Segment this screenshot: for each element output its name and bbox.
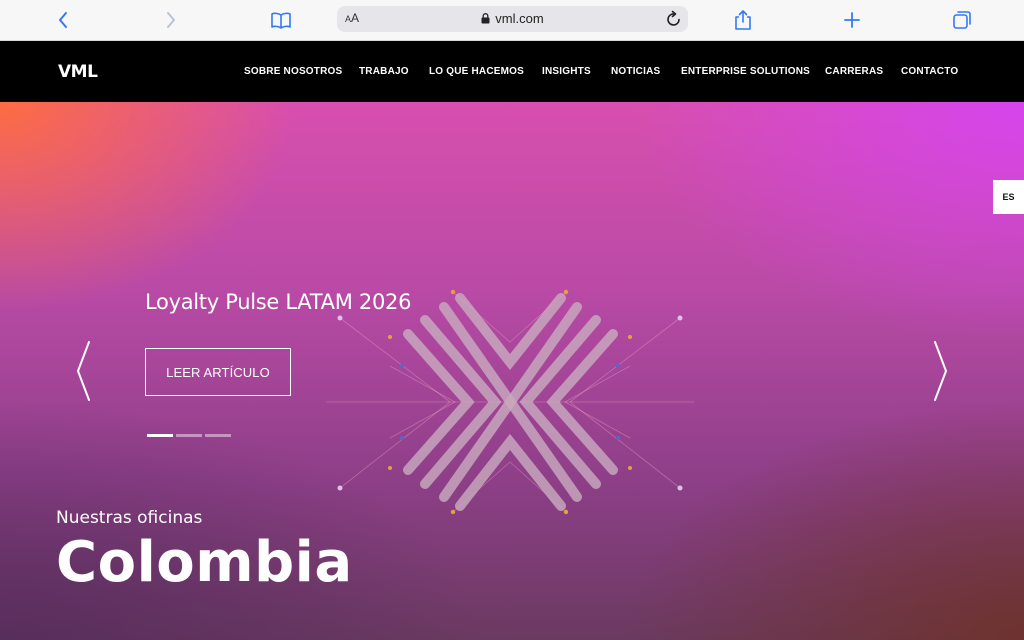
slide-indicator-1[interactable] [147,434,173,437]
url-text: vml.com [495,11,544,26]
book-icon [271,12,291,29]
share-icon [735,10,751,30]
x-graphic [326,289,694,515]
slide-indicator-3[interactable] [205,434,231,437]
chevron-left-icon [59,12,67,28]
office-kicker: Nuestras oficinas [56,508,203,528]
reload-icon [667,10,680,26]
angle-right-icon [934,341,947,401]
tabs-icon [953,11,971,29]
slide-indicator-2[interactable] [176,434,202,437]
browser-toolbar: AA vml.com [0,0,1024,41]
bookmarks-button[interactable] [266,6,296,34]
nav-sobre-nosotros[interactable]: SOBRE NOSOTROS [244,66,342,77]
nav-trabajo[interactable]: TRABAJO [359,66,409,77]
nav-carreras[interactable]: CARRERAS [825,66,883,77]
angle-left-icon [77,341,90,401]
share-button[interactable] [728,6,758,34]
new-tab-button[interactable] [837,6,867,34]
nav-enterprise-solutions[interactable]: ENTERPRISE SOLUTIONS [681,66,810,77]
nav-lo-que-hacemos[interactable]: LO QUE HACEMOS [429,66,524,77]
read-article-button[interactable]: LEER ARTÍCULO [145,348,291,396]
tabs-button[interactable] [947,6,977,34]
back-button[interactable] [48,6,78,34]
nav-insights[interactable]: INSIGHTS [542,66,591,77]
url-display: vml.com [337,11,688,26]
address-bar[interactable]: AA vml.com [337,6,688,32]
prev-slide-button[interactable] [71,339,95,403]
hero-carousel: ES Loyalty Pulse LATAM 2026 LEER ARTÍCUL… [0,102,1024,640]
language-switch[interactable]: ES [993,180,1024,214]
slide-title: Loyalty Pulse LATAM 2026 [145,290,412,314]
slide-indicators [147,434,237,437]
next-slide-button[interactable] [929,339,953,403]
plus-icon [844,12,860,28]
chevron-right-icon [167,12,175,28]
nav-noticias[interactable]: NOTICIAS [611,66,660,77]
lock-icon [481,13,490,24]
forward-button[interactable] [156,6,186,34]
nav-contacto[interactable]: CONTACTO [901,66,958,77]
office-name: Colombia [56,530,353,595]
main-nav: SOBRE NOSOTROS TRABAJO LO QUE HACEMOS IN… [0,66,1024,80]
site-header: VML SOBRE NOSOTROS TRABAJO LO QUE HACEMO… [0,41,1024,102]
reload-button[interactable] [666,10,682,32]
